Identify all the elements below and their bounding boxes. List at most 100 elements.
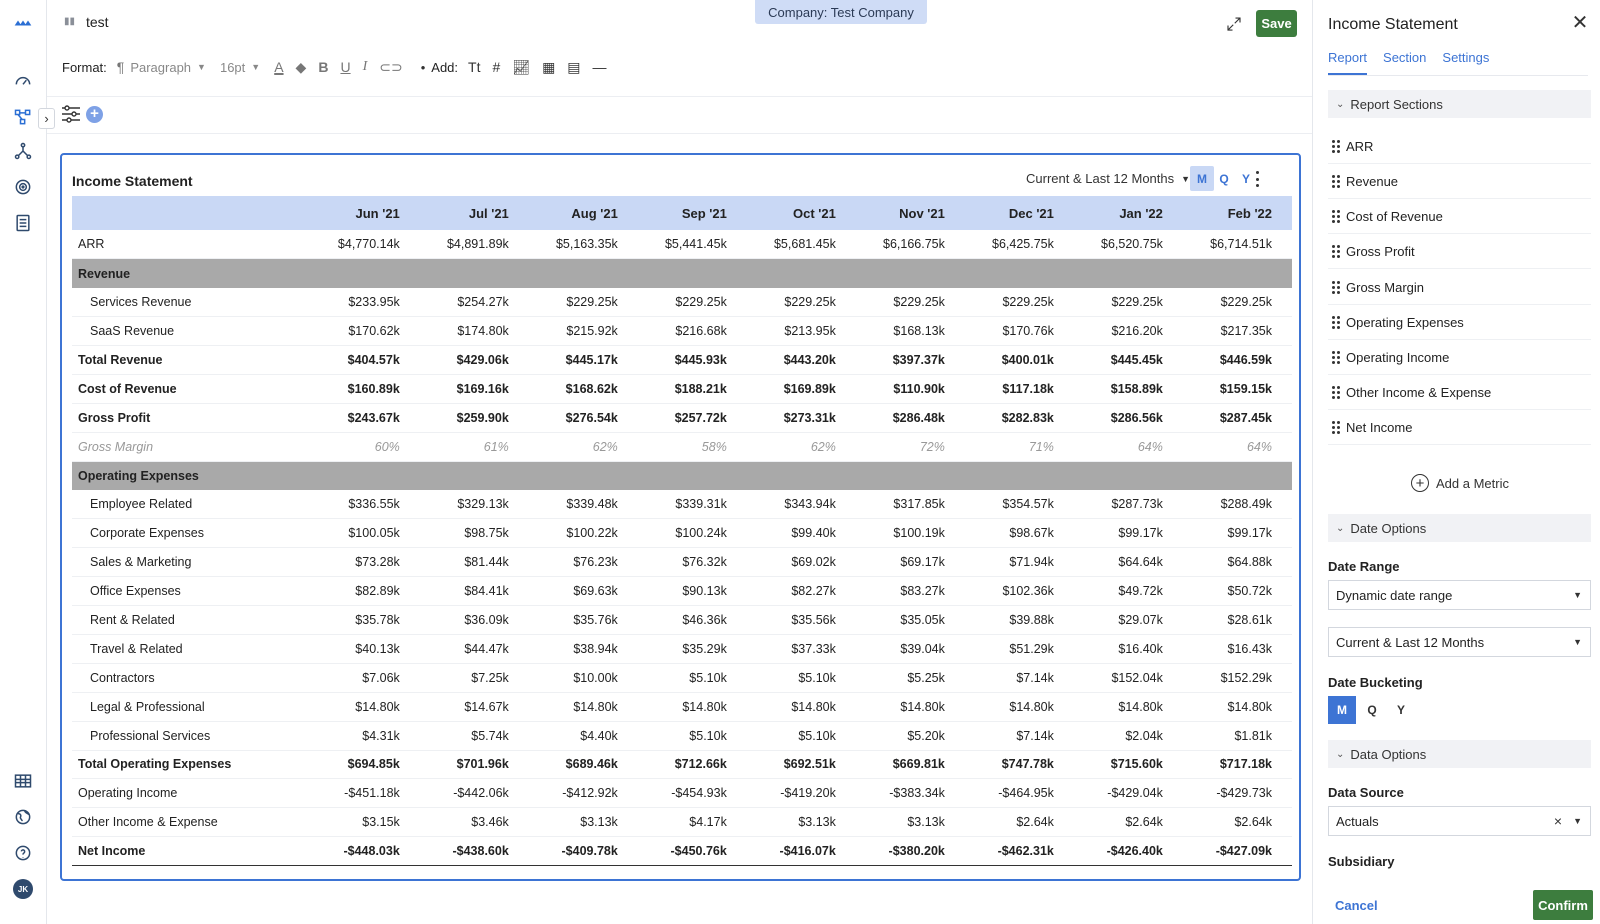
bucketing-quarter-button[interactable]: Q: [1358, 696, 1386, 724]
drag-handle-icon[interactable]: [1332, 316, 1340, 329]
row-label: Professional Services: [72, 721, 311, 751]
table-row[interactable]: Gross Margin 60% 61% 62% 58% 62% 72% 71% 64% 64%: [72, 432, 1292, 462]
table-row[interactable]: Operating Income -$451.18k -$442.06k -$412.…: [72, 778, 1292, 809]
table-row[interactable]: Travel & Related $40.13k $44.47k $38.94k $35…: [72, 634, 1292, 664]
table-row[interactable]: Gross Profit $243.67k $259.90k $276.54k $257…: [72, 403, 1292, 433]
underline-icon[interactable]: U: [340, 59, 350, 75]
select-value: Actuals: [1336, 813, 1379, 829]
table-row[interactable]: SaaS Revenue $170.62k $174.80k $215.92k $216…: [72, 316, 1292, 347]
add-divider-icon[interactable]: —: [593, 59, 607, 75]
table-row[interactable]: Services Revenue $233.95k $254.27k $229.25k…: [72, 287, 1292, 318]
dashboard-gauge-icon[interactable]: [10, 68, 36, 94]
date-range-period-select[interactable]: Current & Last 12 Months ▼: [1328, 627, 1591, 657]
report-section-item[interactable]: Operating Expenses: [1328, 306, 1591, 340]
expand-sidebar-chevron-icon[interactable]: ›: [38, 108, 55, 129]
drag-handle-icon[interactable]: [1332, 351, 1340, 364]
report-sections-accordion[interactable]: ⌄ Report Sections: [1328, 90, 1591, 118]
confirm-button[interactable]: Confirm: [1533, 890, 1593, 920]
drag-handle-icon[interactable]: [1332, 140, 1340, 153]
table-row[interactable]: Other Income & Expense $3.15k $3.46k $3.13k…: [72, 807, 1292, 838]
table-row[interactable]: Total Operating Expenses $694.85k $701.96k…: [72, 749, 1292, 780]
link-icon[interactable]: ⊂⊃: [379, 59, 402, 76]
drag-handle-icon[interactable]: [1332, 421, 1340, 434]
table-row[interactable]: Total Revenue $404.57k $429.06k $445.17k $44…: [72, 345, 1292, 375]
data-source-select[interactable]: Actuals × ▼: [1328, 806, 1591, 836]
drag-handle-icon[interactable]: [1332, 175, 1340, 188]
globe-icon[interactable]: [10, 804, 36, 830]
add-number-hash-icon[interactable]: #: [492, 59, 500, 75]
table-row[interactable]: Office Expenses $82.89k $84.41k $69.63k $90.…: [72, 576, 1292, 607]
add-text-icon[interactable]: Tt: [468, 59, 480, 75]
report-section-item[interactable]: Revenue: [1328, 165, 1591, 199]
reports-icon[interactable]: [10, 104, 36, 130]
table-cell: $257.72k: [637, 403, 747, 433]
table-row[interactable]: Employee Related $336.55k $329.13k $339.48k…: [72, 490, 1292, 520]
table-cell: $110.90k: [855, 374, 965, 404]
report-section-item[interactable]: Gross Margin: [1328, 271, 1591, 305]
drag-handle-icon[interactable]: [1332, 245, 1340, 258]
drag-handle-icon[interactable]: [1332, 210, 1340, 223]
more-options-icon[interactable]: [1250, 169, 1264, 189]
table-row[interactable]: Corporate Expenses $100.05k $98.75k $100.22…: [72, 518, 1292, 549]
workflow-icon[interactable]: [10, 138, 36, 164]
table-cell: $692.51k: [746, 749, 856, 780]
income-statement-report-card[interactable]: Income Statement Current & Last 12 Month…: [60, 153, 1301, 881]
report-section-item[interactable]: ARR: [1328, 130, 1591, 164]
text-color-icon[interactable]: A: [274, 59, 283, 75]
clear-x-icon[interactable]: ×: [1554, 813, 1562, 829]
table-grid-icon[interactable]: [10, 768, 36, 794]
add-report-icon[interactable]: ▤: [567, 59, 580, 76]
italic-icon[interactable]: I: [363, 59, 368, 75]
help-icon[interactable]: [10, 840, 36, 866]
table-row[interactable]: Cost of Revenue $160.89k $169.16k $168.62k $…: [72, 374, 1292, 404]
cancel-button[interactable]: Cancel: [1335, 898, 1378, 913]
brand-logo-icon[interactable]: [10, 10, 36, 36]
fullscreen-expand-icon[interactable]: [1222, 12, 1246, 36]
bucketing-year-button[interactable]: Y: [1387, 696, 1415, 724]
document-icon[interactable]: [10, 210, 36, 236]
bucket-quarter-button[interactable]: Q: [1212, 166, 1236, 191]
tab-report[interactable]: Report: [1328, 50, 1368, 75]
target-icon[interactable]: [10, 174, 36, 200]
section-header-row[interactable]: Revenue: [72, 258, 1292, 288]
date-options-accordion[interactable]: ⌄ Date Options: [1328, 514, 1591, 542]
paragraph-icon: ¶: [116, 59, 125, 75]
close-icon[interactable]: ✕: [1571, 13, 1589, 33]
tab-settings[interactable]: Settings: [1442, 50, 1489, 75]
date-range-select[interactable]: Current & Last 12 Months ▼: [1026, 171, 1190, 186]
table-row[interactable]: Legal & Professional $14.80k $14.67k $14.80…: [72, 692, 1292, 722]
document-title-text[interactable]: test: [86, 14, 109, 30]
table-row[interactable]: Sales & Marketing $73.28k $81.44k $76.23k $7…: [72, 547, 1292, 578]
table-row[interactable]: Professional Services $4.31k $5.74k $4.40k $…: [72, 721, 1292, 751]
table-row[interactable]: Contractors $7.06k $7.25k $10.00k $5.10k $5.1…: [72, 663, 1292, 693]
tab-section[interactable]: Section: [1383, 50, 1426, 75]
drag-handle-icon[interactable]: [1332, 281, 1340, 294]
bucketing-month-button[interactable]: M: [1328, 696, 1356, 724]
user-avatar[interactable]: JK: [10, 876, 36, 902]
drag-handle-icon[interactable]: [1332, 386, 1340, 399]
add-chart-icon[interactable]: 📈︎: [512, 59, 530, 76]
report-section-item[interactable]: Cost of Revenue: [1328, 200, 1591, 234]
add-metric-button[interactable]: + Add a Metric: [1411, 474, 1509, 492]
table-cell: $29.07k: [1073, 605, 1183, 635]
save-button[interactable]: Save: [1256, 10, 1297, 37]
section-header-row[interactable]: Operating Expenses: [72, 461, 1292, 491]
add-table-icon[interactable]: ▦: [542, 59, 555, 76]
bold-icon[interactable]: B: [318, 59, 328, 75]
report-section-item[interactable]: Net Income: [1328, 411, 1591, 445]
report-section-item[interactable]: Gross Profit: [1328, 235, 1591, 269]
highlight-fill-icon[interactable]: ◆: [296, 59, 307, 76]
add-filter-plus-icon[interactable]: +: [86, 106, 103, 123]
table-row[interactable]: Rent & Related $35.78k $36.09k $35.76k $46.3…: [72, 605, 1292, 635]
filter-sliders-icon[interactable]: [61, 105, 81, 123]
report-section-item[interactable]: Other Income & Expense: [1328, 376, 1591, 410]
table-row[interactable]: Net Income -$448.03k -$438.60k -$409.78k -$4…: [72, 836, 1292, 867]
font-size-select[interactable]: 16pt ▼: [220, 60, 260, 75]
date-range-type-select[interactable]: Dynamic date range ▼: [1328, 580, 1591, 610]
report-section-item[interactable]: Operating Income: [1328, 341, 1591, 375]
table-cell: $90.13k: [637, 576, 747, 607]
data-options-accordion[interactable]: ⌄ Data Options: [1328, 740, 1591, 768]
bucket-month-button[interactable]: M: [1190, 166, 1214, 191]
paragraph-style-select[interactable]: Paragraph ▼: [130, 60, 206, 75]
table-row[interactable]: ARR $4,770.14k $4,891.89k $5,163.35k $5,441.…: [72, 230, 1292, 260]
